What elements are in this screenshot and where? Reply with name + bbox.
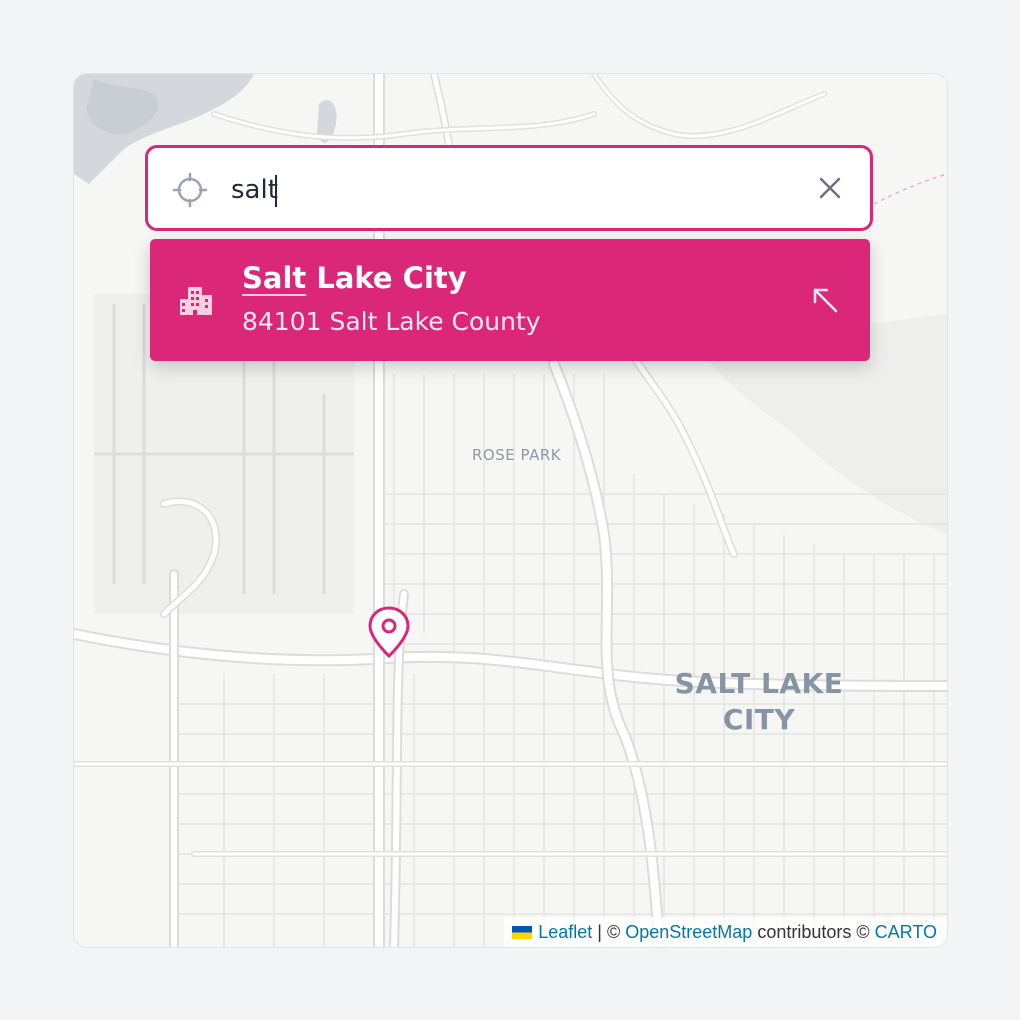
close-icon[interactable] (816, 174, 844, 202)
ukraine-flag-icon (512, 926, 533, 939)
city-buildings-icon (180, 287, 212, 315)
text-caret (274, 174, 277, 207)
openstreetmap-link[interactable]: OpenStreetMap (625, 922, 752, 942)
attribution-contributors: contributors © (752, 922, 875, 942)
leaflet-link[interactable]: Leaflet (538, 922, 592, 942)
attribution-separator: | © (592, 922, 626, 942)
city-label: SALT LAKE CITY (659, 666, 859, 738)
search-input-value: salt (231, 175, 278, 205)
suggestion-title: Salt Lake City (242, 259, 467, 297)
search-box[interactable]: salt (145, 145, 873, 231)
city-label-line1: SALT LAKE (674, 667, 844, 700)
carto-link[interactable]: CARTO (875, 922, 937, 942)
suggestion-subtitle: 84101 Salt Lake County (242, 307, 541, 336)
suggestion-title-match: Salt (242, 261, 307, 295)
map-attribution: Leaflet | © OpenStreetMap contributors ©… (504, 917, 947, 947)
suggestion-title-rest: Lake City (306, 261, 467, 295)
district-label: ROSE PARK (472, 446, 562, 464)
suggestion-item[interactable]: Salt Lake City 84101 Salt Lake County (150, 239, 870, 361)
search-input[interactable]: salt (231, 172, 278, 208)
map-pin-icon[interactable] (366, 606, 412, 658)
map-container[interactable]: ROSE PARK SALT LAKE CITY salt Salt Lake … (73, 73, 948, 948)
arrow-up-left-icon[interactable] (810, 285, 840, 315)
city-label-line2: CITY (722, 703, 796, 736)
crosshair-icon (172, 172, 208, 208)
